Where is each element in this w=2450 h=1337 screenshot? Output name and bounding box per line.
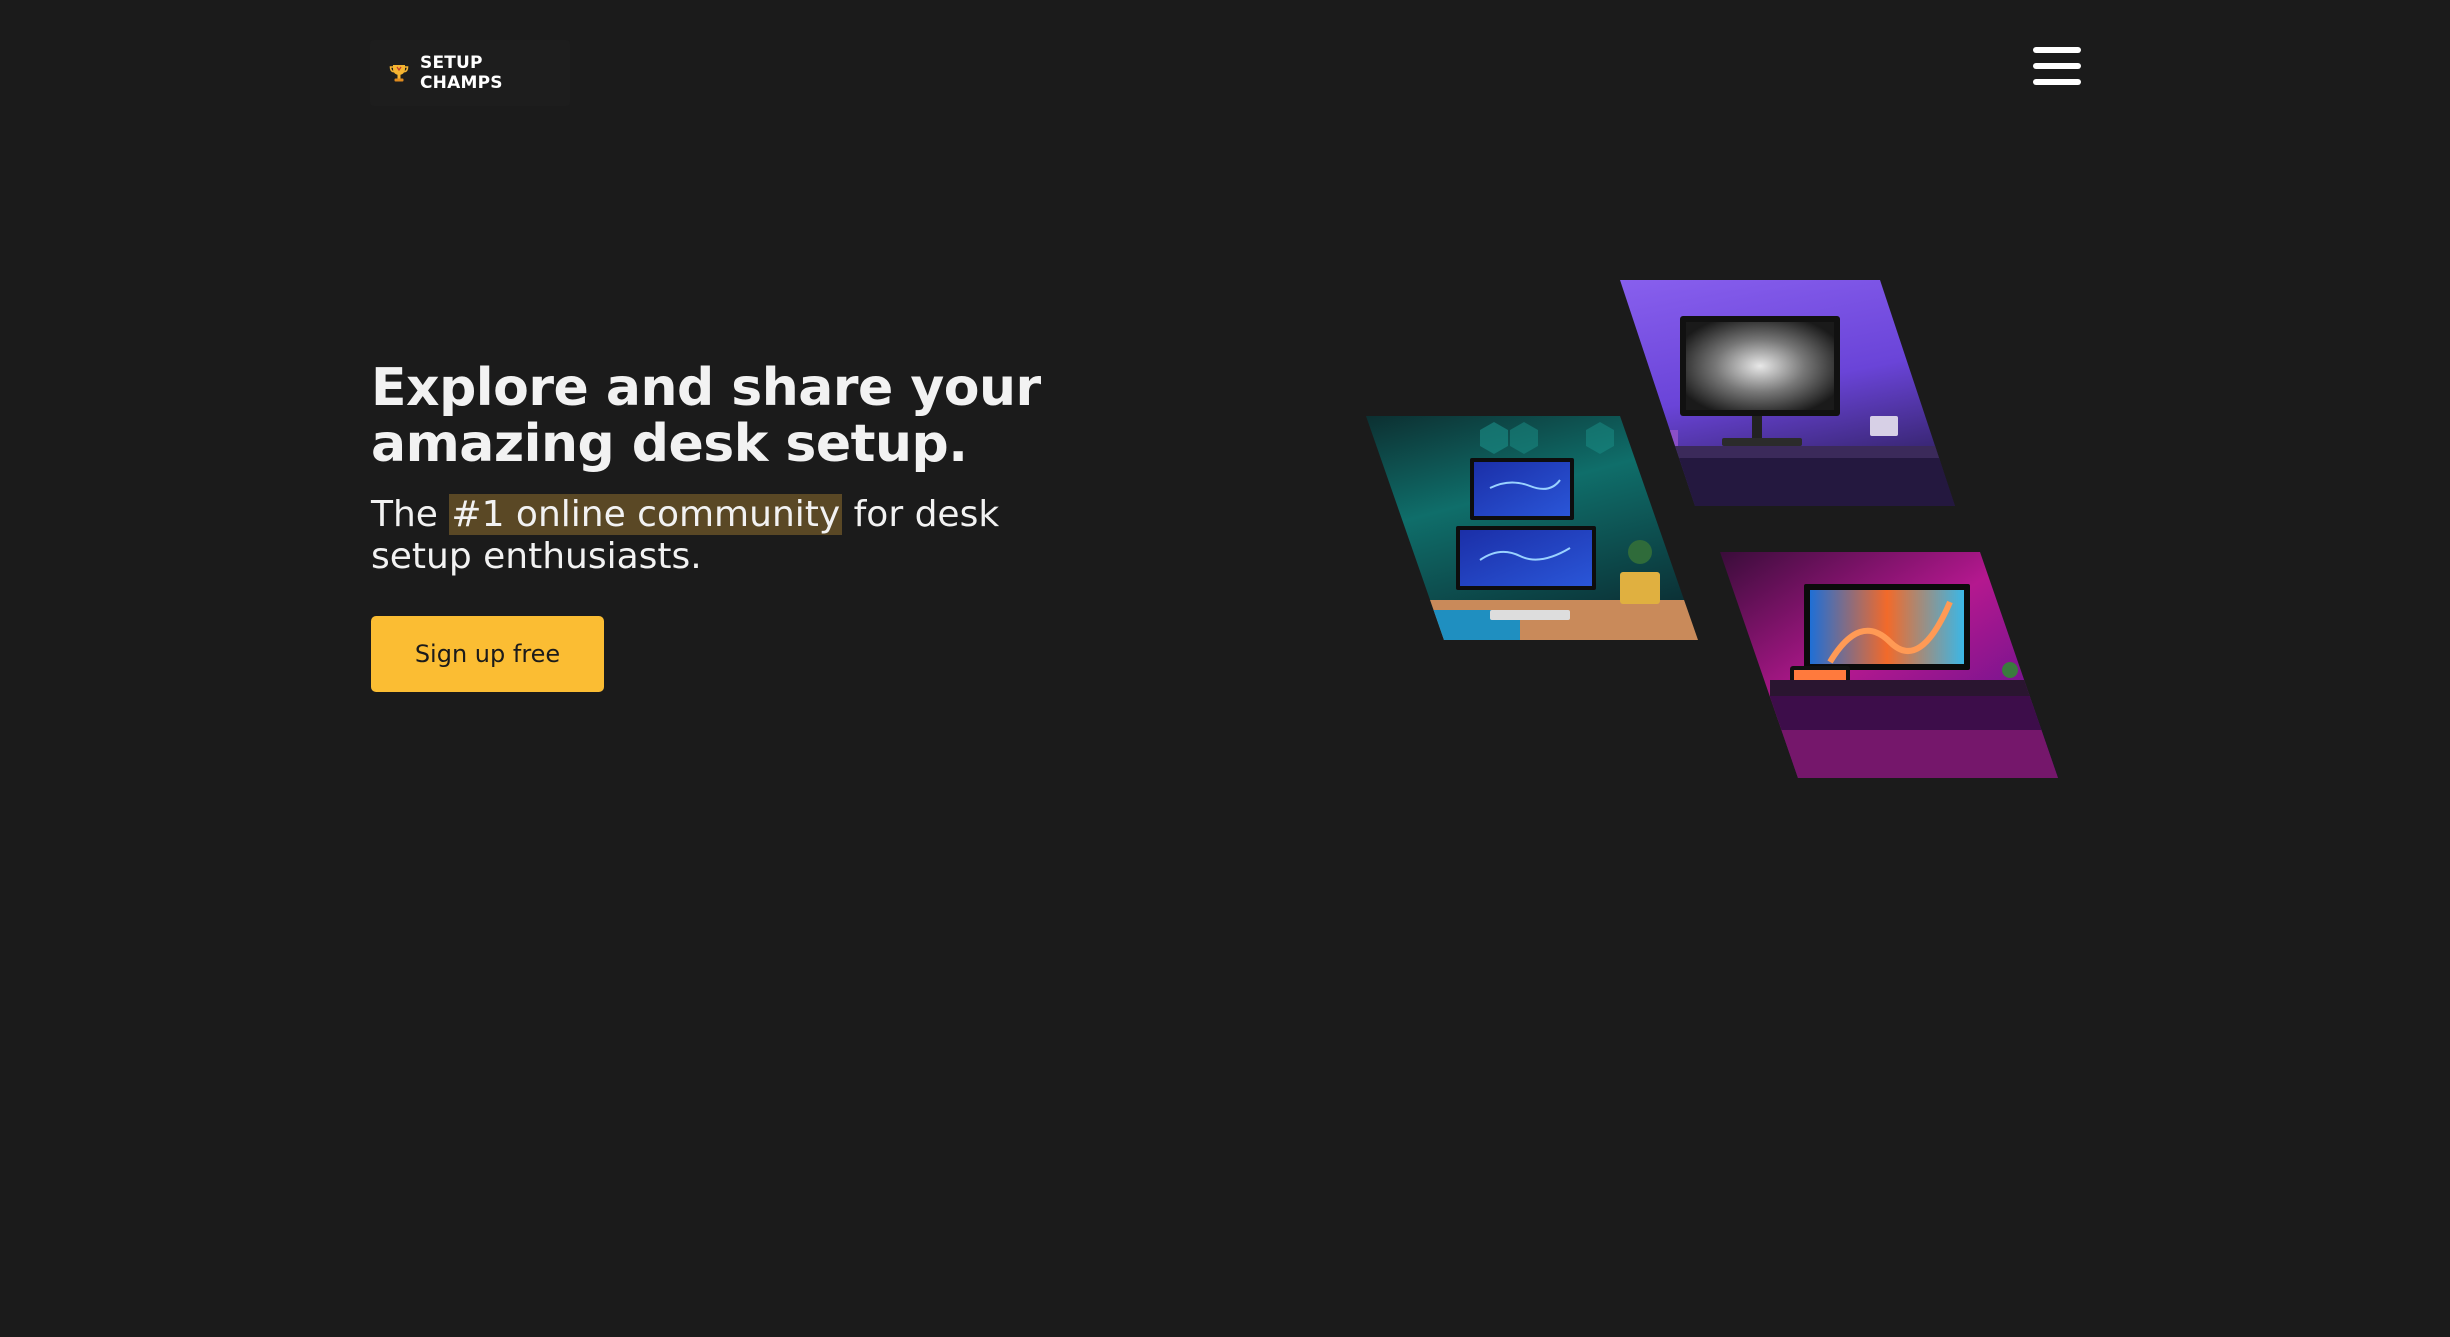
setup-image-teal[interactable] (1350, 410, 1710, 650)
subheadline-highlight: #1 online community (449, 494, 843, 535)
hero-section: Explore and share your amazing desk setu… (371, 360, 1071, 692)
menu-bar-middle (2033, 63, 2081, 69)
menu-bar-bottom (2033, 79, 2081, 85)
headline-line-1: Explore and share your (371, 358, 1041, 418)
setup-image-purple[interactable] (1600, 270, 1980, 520)
brand-name: SETUP CHAMPS (420, 53, 503, 93)
desk-setup-gallery (1350, 270, 2070, 790)
setup-image-magenta[interactable] (1700, 540, 2070, 790)
hamburger-menu-button[interactable] (2030, 44, 2086, 92)
brand-logo-link[interactable]: SETUP CHAMPS (370, 40, 570, 106)
hero-headline: Explore and share your amazing desk setu… (371, 360, 1071, 472)
trophy-icon (388, 62, 410, 84)
hero-subheadline: The #1 online community for desk setup e… (371, 494, 1071, 578)
menu-bar-top (2033, 47, 2081, 53)
headline-line-2: amazing desk setup. (371, 414, 968, 474)
sign-up-button[interactable]: Sign up free (371, 616, 604, 692)
subheadline-prefix: The (371, 494, 450, 535)
